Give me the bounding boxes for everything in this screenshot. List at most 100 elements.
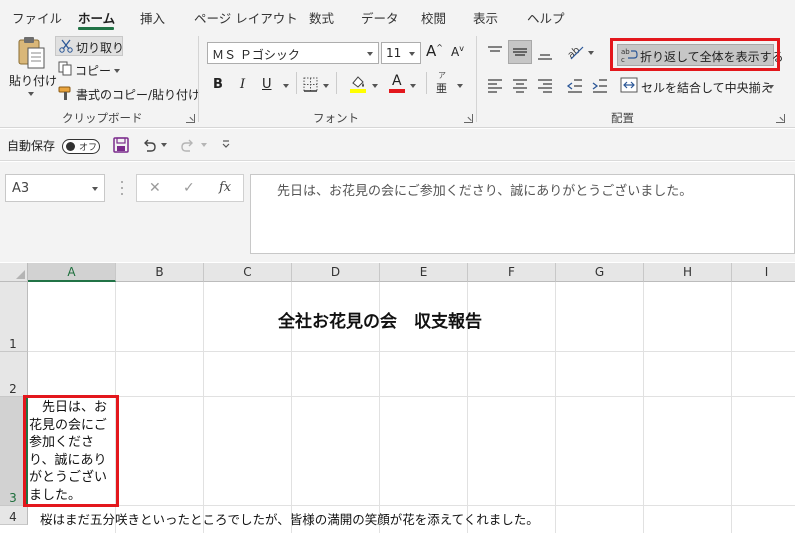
undo-dropdown-caret[interactable] [161,143,167,147]
column-header-b[interactable]: B [116,263,204,282]
paste-dropdown-caret [28,92,34,96]
tab-insert[interactable]: 挿入 [140,8,165,27]
chevron-down-icon [367,52,373,56]
fill-color-icon[interactable] [349,74,367,94]
grid-line [28,505,795,506]
name-box-value: A3 [12,181,30,196]
align-middle-button[interactable] [508,40,532,64]
font-launcher-icon[interactable] [464,114,473,123]
cut-label: 切り取り [76,41,125,55]
align-middle-icon [513,48,527,56]
row-number: 4 [9,510,17,524]
cancel-icon[interactable]: ✕ [149,180,161,196]
customize-qat-icon[interactable] [221,139,231,149]
tab-view[interactable]: 表示 [473,8,498,27]
align-top-icon[interactable] [486,44,504,62]
redo-dropdown-caret[interactable] [201,143,207,147]
formula-input[interactable]: 先日は、お花見の会にご参加くださり、誠にありがとうございました。 [250,174,795,254]
font-size-select[interactable]: 11 [381,42,421,64]
column-header-f[interactable]: F [468,263,556,282]
column-header-g[interactable]: G [556,263,644,282]
grid-line [28,351,795,352]
cut-button[interactable]: 切り取り [55,36,125,56]
quick-access-toolbar: 自動保存 オフ [0,129,795,161]
format-painter-label: 書式のコピー/貼り付け [76,88,201,102]
tab-file[interactable]: ファイル [12,8,62,27]
group-divider [198,36,199,122]
tab-help[interactable]: ヘルプ [527,8,565,27]
column-header-i[interactable]: I [732,263,795,282]
align-right-icon[interactable] [536,78,554,94]
orientation-dropdown-caret[interactable] [588,51,594,55]
worksheet-grid: A B C D E F G H I 1 2 3 4 全社お花見の会 収支報告 先… [0,263,795,533]
font-size-value: 11 [386,46,402,60]
font-color-dropdown-caret[interactable] [410,84,416,88]
align-bottom-icon[interactable] [536,44,554,62]
phonetic-dropdown-caret[interactable] [457,84,463,88]
undo-icon[interactable] [141,137,157,153]
enter-icon[interactable]: ✓ [183,180,195,196]
tab-page-layout[interactable]: ページ レイアウト [194,8,298,27]
alignment-launcher-icon[interactable] [776,114,785,123]
clipboard-launcher-icon[interactable] [186,114,195,123]
column-header-e[interactable]: E [380,263,468,282]
copy-icon [58,61,72,76]
text-orientation-icon[interactable]: ab [565,42,585,62]
sheet-title-cell[interactable]: 全社お花見の会 収支報告 [28,307,732,332]
save-icon[interactable] [113,137,129,153]
phonetic-guide-icon-base: 亜 [436,82,447,95]
tab-data[interactable]: データ [361,8,399,27]
format-painter-icon [58,86,71,100]
insert-function-icon[interactable]: fx [219,180,231,195]
increase-font-size-icon[interactable]: A^ [426,42,443,60]
tab-home[interactable]: ホーム [78,8,115,27]
select-all-button[interactable] [0,263,28,282]
clipboard-group-label: クリップボード [62,111,143,125]
decrease-font-size-icon[interactable]: Av [451,44,464,59]
row-header-4[interactable]: 4 [0,506,28,525]
font-color-icon: A [392,73,402,89]
tab-formulas[interactable]: 数式 [309,8,334,27]
paste-label: 貼り付け [9,74,58,88]
highlight-box [23,395,119,507]
italic-button[interactable]: I [240,77,245,92]
paste-icon [18,37,45,69]
copy-dropdown-caret [114,69,120,73]
toolbar-divider [426,72,427,94]
formula-buttons: ✕ ✓ fx [136,174,244,202]
font-name-value: ＭＳ Ｐゴシック [212,48,300,62]
name-box[interactable]: A3 [5,174,105,202]
autosave-state: オフ [79,143,98,153]
underline-dropdown-caret[interactable] [283,84,289,88]
merge-center-label: セルを結合して中央揃え [641,81,773,95]
splitter-dots-icon[interactable] [120,179,124,197]
borders-dropdown-caret[interactable] [323,84,329,88]
fill-color-dropdown-caret[interactable] [372,84,378,88]
column-header-h[interactable]: H [644,263,732,282]
increase-indent-icon[interactable] [591,78,609,94]
column-header-d[interactable]: D [292,263,380,282]
tab-review[interactable]: 校閲 [421,8,446,27]
column-header-a[interactable]: A [28,263,116,282]
font-name-select[interactable]: ＭＳ Ｐゴシック [207,42,379,64]
toggle-knob [66,142,75,151]
grid-line [28,396,795,397]
cell-a4[interactable]: 桜はまだ五分咲きといったところでしたが、皆様の満開の笑顔が花を添えてくれました。 [40,509,539,528]
group-divider [476,36,477,122]
align-left-icon[interactable] [486,78,504,94]
autosave-toggle[interactable]: オフ [62,139,100,154]
underline-button[interactable]: U [262,77,272,92]
row-header-1[interactable]: 1 [0,282,28,352]
decrease-indent-icon[interactable] [566,78,584,94]
redo-icon[interactable] [180,137,196,153]
formula-text: 先日は、お花見の会にご参加くださり、誠にありがとうございました。 [277,184,693,199]
font-group-label: フォント [313,111,359,125]
bold-button[interactable]: B [213,77,223,92]
row-header-2[interactable]: 2 [0,352,28,397]
copy-label: コピー [75,64,112,78]
ribbon-home: 貼り付け 切り取り コピー 書式のコピー/貼り付け クリップボード ＭＳ Ｐゴシ… [0,32,795,128]
align-center-icon[interactable] [511,78,529,94]
borders-icon[interactable] [303,77,318,92]
column-header-c[interactable]: C [204,263,292,282]
autosave-label: 自動保存 [7,139,56,153]
